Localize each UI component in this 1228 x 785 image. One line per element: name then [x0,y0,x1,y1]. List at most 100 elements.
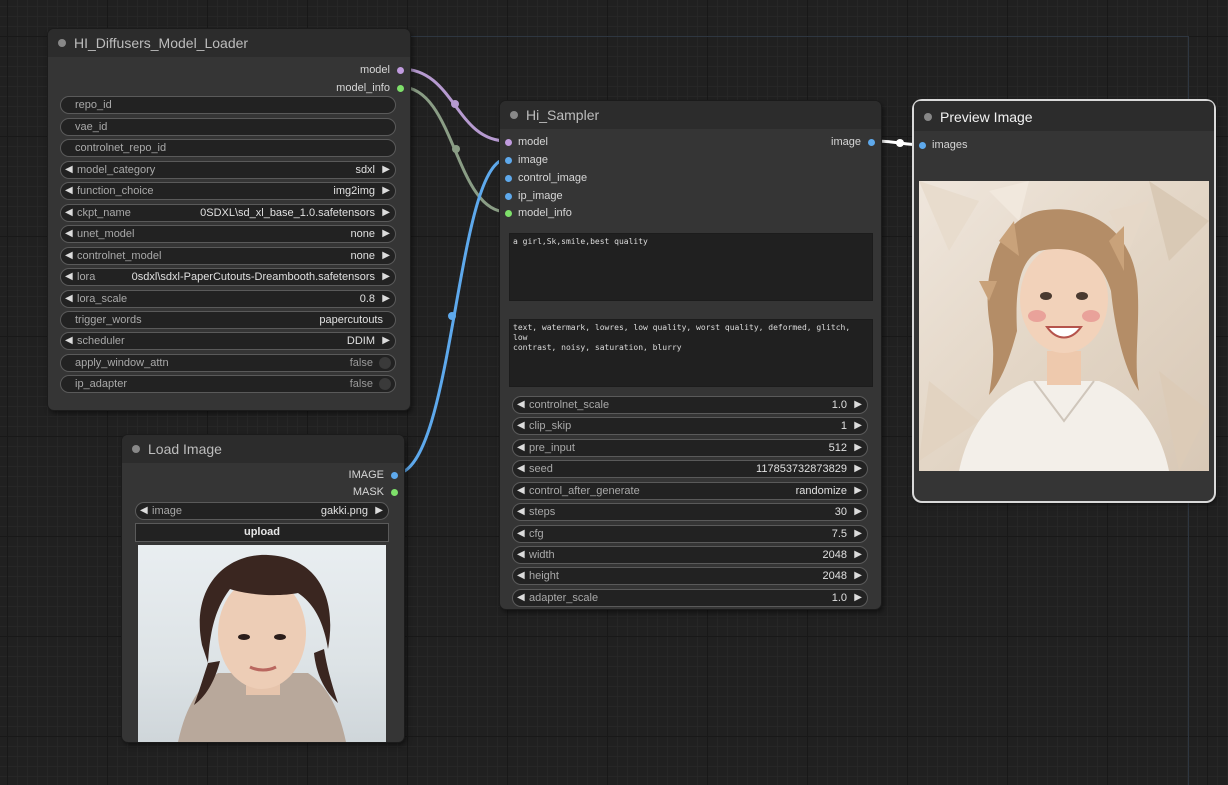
arrow-left-icon[interactable]: ◀ [65,226,73,242]
slot-dot-icon[interactable] [391,472,398,479]
slot-dot-icon[interactable] [868,139,875,146]
adapter-scale-number[interactable]: ◀ adapter_scale 1.0 ▶ [512,589,868,607]
arrow-left-icon[interactable]: ◀ [65,162,73,178]
arrow-left-icon[interactable]: ◀ [65,248,73,264]
node-title-bar[interactable]: HI_Diffusers_Model_Loader [48,29,410,57]
clip-skip-number[interactable]: ◀ clip_skip 1 ▶ [512,417,868,435]
lora-scale-number[interactable]: ◀ lora_scale 0.8 ▶ [60,290,396,308]
slot-dot-icon[interactable] [391,489,398,496]
control-after-generate-combo[interactable]: ◀ control_after_generate randomize ▶ [512,482,868,500]
function-choice-combo[interactable]: ◀ function_choice img2img ▶ [60,182,396,200]
vae-id-field[interactable]: vae_id [60,118,396,136]
arrow-left-icon[interactable]: ◀ [517,397,525,413]
pre-input-number[interactable]: ◀ pre_input 512 ▶ [512,439,868,457]
repo-id-field[interactable]: repo_id [60,96,396,114]
arrow-left-icon[interactable]: ◀ [517,483,525,499]
ckpt-name-combo[interactable]: ◀ ckpt_name 0SDXL\sd_xl_base_1.0.safeten… [60,204,396,222]
output-image[interactable]: image [831,136,881,148]
preview-image-node[interactable]: Preview Image images [914,101,1214,501]
hi-sampler-node[interactable]: Hi_Sampler model image control_image ip_… [500,101,881,609]
model-category-combo[interactable]: ◀ model_category sdxl ▶ [60,161,396,179]
arrow-left-icon[interactable]: ◀ [517,526,525,542]
controlnet-repo-id-field[interactable]: controlnet_repo_id [60,139,396,157]
collapse-dot-icon[interactable] [132,445,140,453]
arrow-left-icon[interactable]: ◀ [517,590,525,606]
arrow-right-icon[interactable]: ▶ [854,568,862,584]
arrow-right-icon[interactable]: ▶ [854,483,862,499]
arrow-right-icon[interactable]: ▶ [854,526,862,542]
height-number[interactable]: ◀ height 2048 ▶ [512,567,868,585]
load-image-node[interactable]: Load Image IMAGE MASK ◀ image gakki.png … [122,435,404,742]
slot-dot-icon[interactable] [505,210,512,217]
input-images[interactable]: images [914,139,967,151]
arrow-right-icon[interactable]: ▶ [382,248,390,264]
trigger-words-field[interactable]: trigger_words papercutouts [60,311,396,329]
input-model[interactable]: model [500,136,548,148]
slot-dot-icon[interactable] [505,175,512,182]
steps-number[interactable]: ◀ steps 30 ▶ [512,503,868,521]
slot-dot-icon[interactable] [505,157,512,164]
arrow-left-icon[interactable]: ◀ [517,440,525,456]
arrow-left-icon[interactable]: ◀ [65,269,73,285]
output-model[interactable]: model [360,64,410,76]
input-model-info[interactable]: model_info [500,207,572,219]
slot-dot-icon[interactable] [505,193,512,200]
arrow-right-icon[interactable]: ▶ [382,162,390,178]
arrow-left-icon[interactable]: ◀ [517,547,525,563]
node-title-bar[interactable]: Load Image [122,435,404,463]
controlnet-scale-number[interactable]: ◀ controlnet_scale 1.0 ▶ [512,396,868,414]
arrow-right-icon[interactable]: ▶ [382,226,390,242]
arrow-left-icon[interactable]: ◀ [65,205,73,221]
scheduler-combo[interactable]: ◀ scheduler DDIM ▶ [60,332,396,350]
output-model-info[interactable]: model_info [336,82,410,94]
arrow-right-icon[interactable]: ▶ [854,461,862,477]
arrow-left-icon[interactable]: ◀ [517,568,525,584]
width-number[interactable]: ◀ width 2048 ▶ [512,546,868,564]
arrow-left-icon[interactable]: ◀ [517,418,525,434]
arrow-left-icon[interactable]: ◀ [65,183,73,199]
controlnet-model-combo[interactable]: ◀ controlnet_model none ▶ [60,247,396,265]
toggle-knob-icon[interactable] [379,357,391,369]
arrow-right-icon[interactable]: ▶ [382,205,390,221]
input-ip-image[interactable]: ip_image [500,190,563,202]
arrow-right-icon[interactable]: ▶ [854,504,862,520]
arrow-right-icon[interactable]: ▶ [854,440,862,456]
arrow-left-icon[interactable]: ◀ [65,291,73,307]
arrow-right-icon[interactable]: ▶ [382,269,390,285]
upload-button[interactable]: upload [135,523,389,542]
model-loader-node[interactable]: HI_Diffusers_Model_Loader model model_in… [48,29,410,410]
apply-window-attn-toggle[interactable]: apply_window_attn false [60,354,396,372]
arrow-right-icon[interactable]: ▶ [854,397,862,413]
image-combo[interactable]: ◀ image gakki.png ▶ [135,502,389,520]
arrow-left-icon[interactable]: ◀ [65,333,73,349]
input-image[interactable]: image [500,154,548,166]
arrow-left-icon[interactable]: ◀ [140,503,148,519]
positive-prompt-textarea[interactable]: a girl,Sk,smile,best quality [509,233,873,301]
arrow-right-icon[interactable]: ▶ [375,503,383,519]
arrow-right-icon[interactable]: ▶ [854,547,862,563]
slot-dot-icon[interactable] [505,139,512,146]
arrow-right-icon[interactable]: ▶ [854,418,862,434]
arrow-left-icon[interactable]: ◀ [517,504,525,520]
ip-adapter-toggle[interactable]: ip_adapter false [60,375,396,393]
arrow-right-icon[interactable]: ▶ [382,333,390,349]
arrow-right-icon[interactable]: ▶ [382,291,390,307]
arrow-right-icon[interactable]: ▶ [382,183,390,199]
node-title-bar[interactable]: Hi_Sampler [500,101,881,129]
unet-model-combo[interactable]: ◀ unet_model none ▶ [60,225,396,243]
slot-dot-icon[interactable] [919,142,926,149]
negative-prompt-textarea[interactable]: text, watermark, lowres, low quality, wo… [509,319,873,387]
collapse-dot-icon[interactable] [58,39,66,47]
input-control-image[interactable]: control_image [500,172,587,184]
slot-dot-icon[interactable] [397,85,404,92]
slot-dot-icon[interactable] [397,67,404,74]
output-image[interactable]: IMAGE [349,469,404,481]
arrow-left-icon[interactable]: ◀ [517,461,525,477]
collapse-dot-icon[interactable] [510,111,518,119]
collapse-dot-icon[interactable] [924,113,932,121]
seed-number[interactable]: ◀ seed 117853732873829 ▶ [512,460,868,478]
lora-combo[interactable]: ◀ lora 0sdxl\sdxl-PaperCutouts-Dreamboot… [60,268,396,286]
arrow-right-icon[interactable]: ▶ [854,590,862,606]
node-title-bar[interactable]: Preview Image [914,101,1214,131]
cfg-number[interactable]: ◀ cfg 7.5 ▶ [512,525,868,543]
